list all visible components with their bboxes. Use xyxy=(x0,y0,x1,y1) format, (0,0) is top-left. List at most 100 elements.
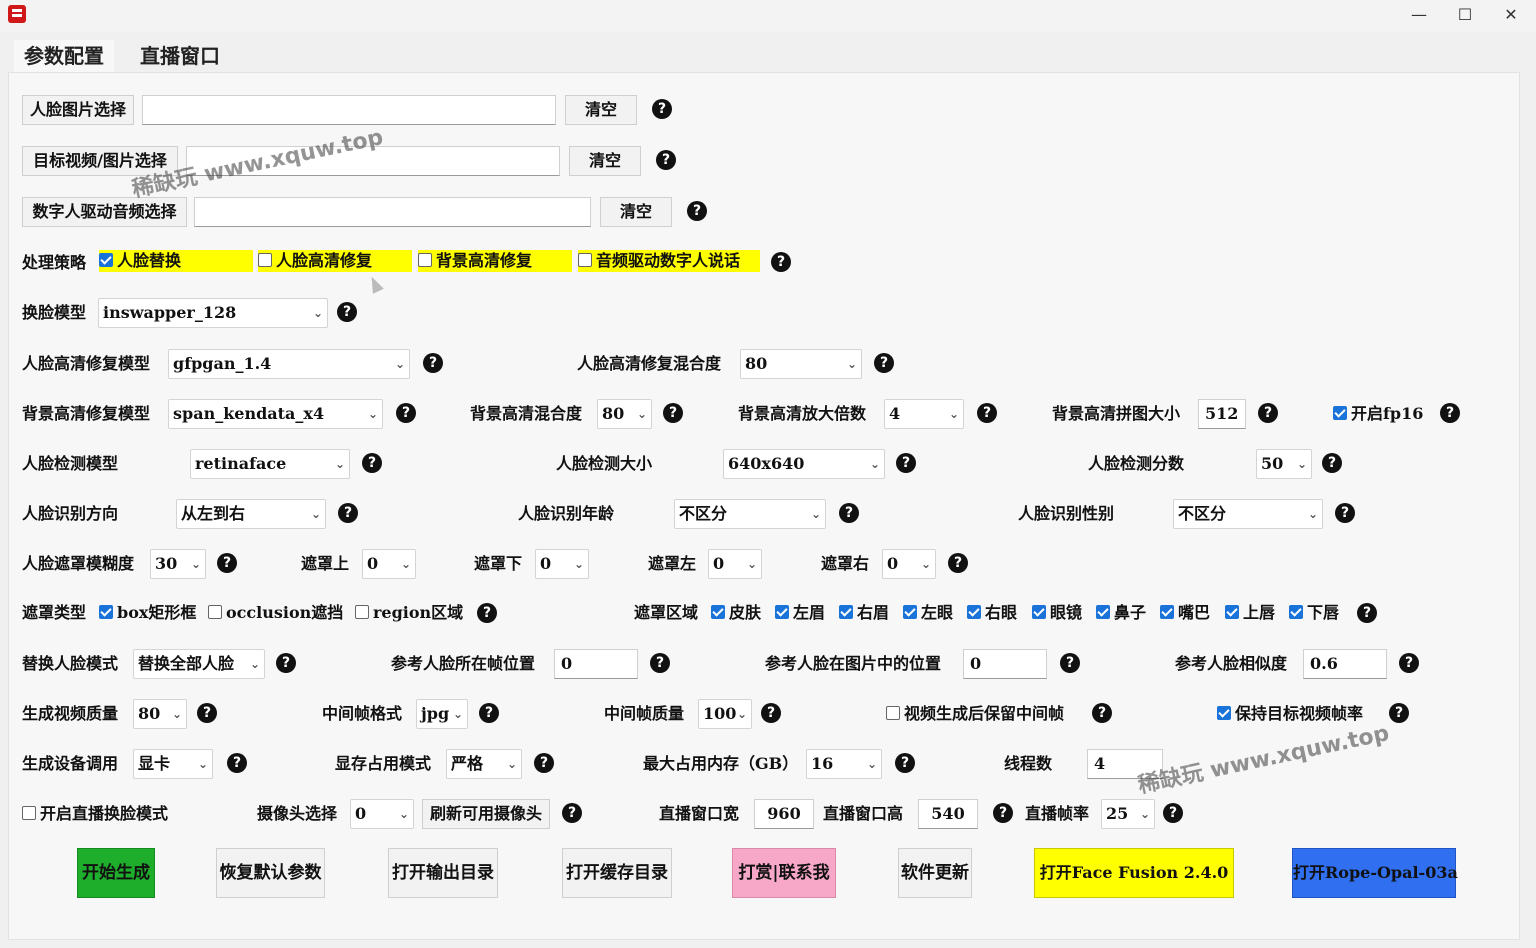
bg-enhance-model-select[interactable]: span_kendata_x4 ⌄ xyxy=(168,399,383,429)
recog-age-select[interactable]: 不区分 ⌄ xyxy=(674,499,826,529)
help-icon[interactable]: ? xyxy=(534,753,554,773)
help-icon[interactable]: ? xyxy=(948,553,968,573)
checkbox-checked[interactable] xyxy=(1032,605,1046,619)
help-icon[interactable]: ? xyxy=(663,403,683,423)
help-icon[interactable]: ? xyxy=(562,803,582,823)
face-enhance-model-select[interactable]: gfpgan_1.4 ⌄ xyxy=(168,349,410,379)
help-icon[interactable]: ? xyxy=(771,252,791,272)
maximize-button[interactable]: ☐ xyxy=(1442,0,1488,30)
checkbox-checked[interactable] xyxy=(1289,605,1303,619)
strategy-face-swap-checkbox[interactable]: 人脸替换 xyxy=(99,250,253,272)
help-icon[interactable]: ? xyxy=(656,150,676,170)
help-icon[interactable]: ? xyxy=(1322,453,1342,473)
help-icon[interactable]: ? xyxy=(217,553,237,573)
live-fps-select[interactable]: 25 ⌄ xyxy=(1101,799,1155,829)
checkbox-unchecked[interactable] xyxy=(886,706,900,720)
region-glasses-checkbox[interactable]: 眼镜 xyxy=(1032,599,1082,627)
region-left-eye-checkbox[interactable]: 左眼 xyxy=(903,599,953,627)
help-icon[interactable]: ? xyxy=(1092,703,1112,723)
face-image-clear-button[interactable]: 清空 xyxy=(565,95,637,125)
restore-defaults-button[interactable]: 恢复默认参数 xyxy=(216,848,325,898)
minimize-button[interactable]: — xyxy=(1396,0,1442,30)
mask-blur-select[interactable]: 30 ⌄ xyxy=(150,549,206,579)
region-lower-lip-checkbox[interactable]: 下唇 xyxy=(1289,599,1339,627)
face-image-path-input[interactable] xyxy=(142,95,556,125)
help-icon[interactable]: ? xyxy=(197,703,217,723)
help-icon[interactable]: ? xyxy=(227,753,247,773)
detect-model-select[interactable]: retinaface ⌄ xyxy=(190,449,350,479)
strategy-bg-enhance-checkbox[interactable]: 背景高清修复 xyxy=(418,250,572,272)
help-icon[interactable]: ? xyxy=(977,403,997,423)
checkbox-unchecked[interactable] xyxy=(208,605,222,619)
detect-score-select[interactable]: 50 ⌄ xyxy=(1256,449,1312,479)
checkbox-checked[interactable] xyxy=(1225,605,1239,619)
mask-left-select[interactable]: 0 ⌄ xyxy=(708,549,762,579)
fp16-checkbox[interactable]: 开启fp16 xyxy=(1333,400,1423,428)
live-width-input[interactable]: 960 xyxy=(754,799,814,829)
close-button[interactable]: ✕ xyxy=(1488,0,1534,30)
checkbox-checked[interactable] xyxy=(99,253,113,267)
max-memory-select[interactable]: 16 ⌄ xyxy=(806,749,882,779)
checkbox-unchecked[interactable] xyxy=(578,253,592,267)
help-icon[interactable]: ? xyxy=(1060,653,1080,673)
mask-bottom-select[interactable]: 0 ⌄ xyxy=(535,549,589,579)
recog-dir-select[interactable]: 从左到右 ⌄ xyxy=(176,499,326,529)
recog-gender-select[interactable]: 不区分 ⌄ xyxy=(1173,499,1323,529)
help-icon[interactable]: ? xyxy=(477,603,497,623)
help-icon[interactable]: ? xyxy=(1399,653,1419,673)
strategy-audio-driven-checkbox[interactable]: 音频驱动数字人说话 xyxy=(578,250,760,272)
checkbox-unchecked[interactable] xyxy=(355,605,369,619)
checkbox-checked[interactable] xyxy=(967,605,981,619)
help-icon[interactable]: ? xyxy=(362,453,382,473)
refresh-camera-button[interactable]: 刷新可用摄像头 xyxy=(422,799,550,829)
mask-type-box-checkbox[interactable]: box矩形框 xyxy=(99,599,196,627)
checkbox-checked[interactable] xyxy=(1217,706,1231,720)
camera-select[interactable]: 0 ⌄ xyxy=(350,799,414,829)
help-icon[interactable]: ? xyxy=(896,453,916,473)
swap-model-select[interactable]: inswapper_128 ⌄ xyxy=(98,298,328,328)
face-image-select-button[interactable]: 人脸图片选择 xyxy=(22,95,134,125)
ref-similarity-input[interactable]: 0.6 xyxy=(1303,649,1387,679)
help-icon[interactable]: ? xyxy=(396,403,416,423)
live-height-input[interactable]: 540 xyxy=(918,799,978,829)
help-icon[interactable]: ? xyxy=(650,653,670,673)
strategy-face-enhance-checkbox[interactable]: 人脸高清修复 xyxy=(258,250,412,272)
face-enhance-blend-select[interactable]: 80 ⌄ xyxy=(740,349,862,379)
vram-mode-select[interactable]: 严格 ⌄ xyxy=(446,749,522,779)
mask-type-region-checkbox[interactable]: region区域 xyxy=(355,599,463,627)
checkbox-checked[interactable] xyxy=(839,605,853,619)
help-icon[interactable]: ? xyxy=(652,99,672,119)
help-icon[interactable]: ? xyxy=(338,503,358,523)
bg-blend-select[interactable]: 80 ⌄ xyxy=(597,399,652,429)
checkbox-unchecked[interactable] xyxy=(258,253,272,267)
help-icon[interactable]: ? xyxy=(874,353,894,373)
region-right-eye-checkbox[interactable]: 右眼 xyxy=(967,599,1017,627)
tab-live-window[interactable]: 直播窗口 xyxy=(130,40,230,72)
help-icon[interactable]: ? xyxy=(895,753,915,773)
ref-position-input[interactable]: 0 xyxy=(963,649,1047,679)
replace-mode-select[interactable]: 替换全部人脸 ⌄ xyxy=(133,649,265,679)
mask-right-select[interactable]: 0 ⌄ xyxy=(882,549,936,579)
region-right-brow-checkbox[interactable]: 右眉 xyxy=(839,599,889,627)
open-rope-button[interactable]: 打开Rope-Opal-03a xyxy=(1292,848,1458,898)
checkbox-checked[interactable] xyxy=(1333,406,1347,420)
help-icon[interactable]: ? xyxy=(1389,703,1409,723)
mask-top-select[interactable]: 0 ⌄ xyxy=(362,549,416,579)
target-video-clear-button[interactable]: 清空 xyxy=(569,146,641,176)
help-icon[interactable]: ? xyxy=(839,503,859,523)
mask-type-occlusion-checkbox[interactable]: occlusion遮挡 xyxy=(208,599,343,627)
checkbox-unchecked[interactable] xyxy=(22,806,36,820)
open-output-dir-button[interactable]: 打开输出目录 xyxy=(388,848,498,898)
checkbox-checked[interactable] xyxy=(1096,605,1110,619)
help-icon[interactable]: ? xyxy=(337,302,357,322)
frame-quality-select[interactable]: 100 ⌄ xyxy=(698,699,752,729)
help-icon[interactable]: ? xyxy=(1335,503,1355,523)
audio-select-button[interactable]: 数字人驱动音频选择 xyxy=(22,197,187,227)
video-quality-select[interactable]: 80 ⌄ xyxy=(133,699,187,729)
ref-frame-input[interactable]: 0 xyxy=(554,649,638,679)
tab-params[interactable]: 参数配置 xyxy=(14,40,114,72)
checkbox-checked[interactable] xyxy=(903,605,917,619)
help-icon[interactable]: ? xyxy=(1440,403,1460,423)
keep-frames-checkbox[interactable]: 视频生成后保留中间帧 xyxy=(886,700,1064,728)
open-facefusion-button[interactable]: 打开Face Fusion 2.4.0 xyxy=(1034,848,1234,898)
